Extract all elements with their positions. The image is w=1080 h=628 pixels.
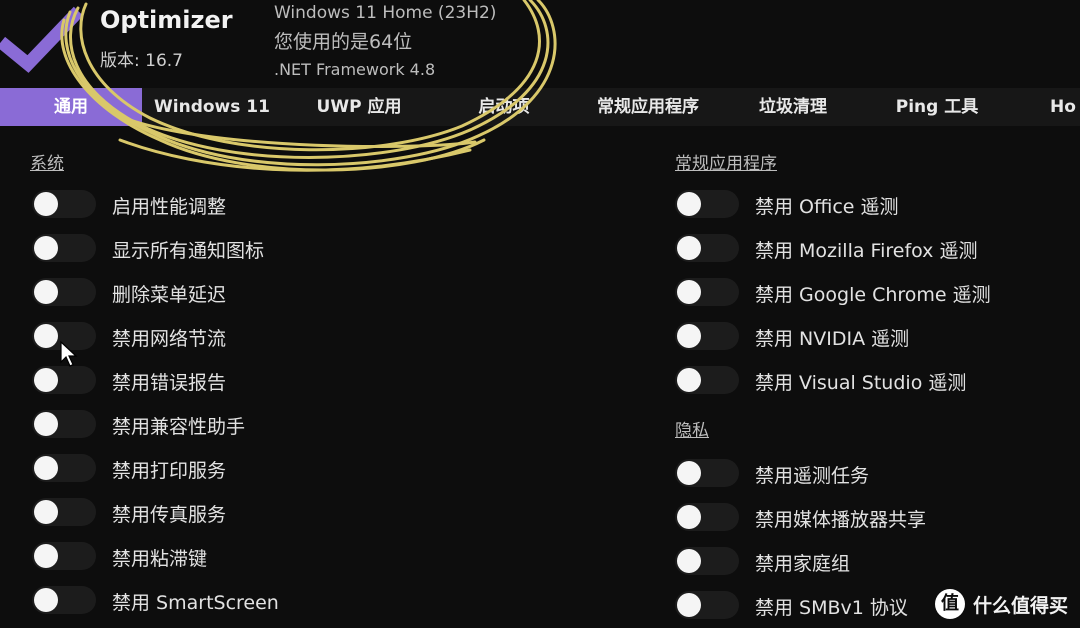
option-label: 禁用家庭组 xyxy=(755,553,851,575)
toggle-knob xyxy=(677,549,701,573)
toggle-switch[interactable] xyxy=(675,366,739,394)
toggle-knob xyxy=(34,324,58,348)
toggle-knob xyxy=(34,192,58,216)
option-label: 禁用传真服务 xyxy=(112,504,227,526)
toggle-switch[interactable] xyxy=(32,234,96,262)
toggle-knob xyxy=(34,456,58,480)
toggle-knob xyxy=(677,280,701,304)
toggle-switch[interactable] xyxy=(32,586,96,614)
toggle-knob xyxy=(34,368,58,392)
toggle-knob xyxy=(677,236,701,260)
toggle-knob xyxy=(34,588,58,612)
tab-common-apps[interactable]: 常规应用程序 xyxy=(576,88,720,126)
section-title-system: 系统 xyxy=(30,154,64,174)
toggle-knob xyxy=(34,280,58,304)
toggle-switch[interactable] xyxy=(32,454,96,482)
tab-windows-11[interactable]: Windows 11 xyxy=(148,88,276,126)
checkmark-logo-icon xyxy=(0,6,82,73)
app-header: Optimizer 版本: 16.7 Windows 11 Home (23H2… xyxy=(0,0,1080,88)
system-info: Windows 11 Home (23H2) 您使用的是64位 .NET Fra… xyxy=(274,2,496,82)
option-label: 显示所有通知图标 xyxy=(112,240,265,262)
option-label: 禁用 Mozilla Firefox 遥测 xyxy=(755,240,978,262)
option-label: 禁用媒体播放器共享 xyxy=(755,509,927,531)
option-label: 删除菜单延迟 xyxy=(112,284,227,306)
toggle-switch[interactable] xyxy=(32,278,96,306)
toggle-knob xyxy=(677,593,701,617)
toggle-switch[interactable] xyxy=(675,459,739,487)
tab-ping-tool[interactable]: Ping 工具 xyxy=(880,88,994,126)
os-version: Windows 11 Home (23H2) xyxy=(274,3,497,23)
option-label: 禁用网络节流 xyxy=(112,328,227,350)
section-title-common-apps: 常规应用程序 xyxy=(675,154,777,174)
option-label: 禁用 NVIDIA 遥测 xyxy=(755,328,910,350)
option-label: 禁用 SMBv1 协议 xyxy=(755,597,908,619)
watermark-logo-icon: 值 xyxy=(934,589,965,619)
toggle-knob xyxy=(34,500,58,524)
tab-hosts[interactable]: Ho xyxy=(1050,88,1080,126)
optimizer-window: Optimizer 版本: 16.7 Windows 11 Home (23H2… xyxy=(0,0,1080,628)
tab-uwp-apps[interactable]: UWP 应用 xyxy=(296,88,422,126)
toggle-knob xyxy=(677,324,701,348)
option-label: 禁用兼容性助手 xyxy=(112,416,246,438)
option-label: 禁用粘滞键 xyxy=(112,548,208,570)
toggle-knob xyxy=(677,192,701,216)
toggle-switch[interactable] xyxy=(32,366,96,394)
toggle-knob xyxy=(677,505,701,529)
option-label: 禁用 Visual Studio 遥测 xyxy=(755,372,967,394)
tab-bar: 通用 Windows 11 UWP 应用 启动项 常规应用程序 垃圾清理 Pin… xyxy=(0,88,1080,126)
toggle-switch[interactable] xyxy=(675,322,739,350)
toggle-switch[interactable] xyxy=(32,410,96,438)
option-label: 禁用遥测任务 xyxy=(755,465,870,487)
app-title: Optimizer xyxy=(100,6,233,34)
option-label: 禁用 SmartScreen xyxy=(112,592,279,614)
toggle-knob xyxy=(34,236,58,260)
toggle-switch[interactable] xyxy=(32,542,96,570)
toggle-switch[interactable] xyxy=(32,190,96,218)
toggle-switch[interactable] xyxy=(32,498,96,526)
option-label: 启用性能调整 xyxy=(112,196,227,218)
mouse-pointer-icon xyxy=(60,340,78,367)
watermark-text: 什么值得买 xyxy=(972,594,1068,617)
toggle-knob xyxy=(677,368,701,392)
tab-startup[interactable]: 启动项 xyxy=(454,88,554,126)
toggle-switch[interactable] xyxy=(675,547,739,575)
architecture-info: 您使用的是64位 xyxy=(274,31,413,53)
option-label: 禁用 Google Chrome 遥测 xyxy=(755,284,991,306)
toggle-knob xyxy=(34,412,58,436)
option-label: 禁用 Office 遥测 xyxy=(755,196,899,218)
toggle-switch[interactable] xyxy=(675,278,739,306)
tab-cleanup[interactable]: 垃圾清理 xyxy=(740,88,846,126)
toggle-knob xyxy=(34,544,58,568)
framework-version: .NET Framework 4.8 xyxy=(274,60,436,79)
site-watermark: 值 什么值得买 xyxy=(934,586,1068,622)
section-title-privacy: 隐私 xyxy=(675,421,709,441)
app-version: 版本: 16.7 xyxy=(100,51,183,71)
toggle-knob xyxy=(677,461,701,485)
toggle-switch[interactable] xyxy=(675,234,739,262)
tab-general[interactable]: 通用 xyxy=(0,88,142,126)
option-label: 禁用错误报告 xyxy=(112,372,227,394)
toggle-switch[interactable] xyxy=(675,503,739,531)
toggle-switch[interactable] xyxy=(675,190,739,218)
toggle-switch[interactable] xyxy=(675,591,739,619)
option-label: 禁用打印服务 xyxy=(112,460,227,482)
